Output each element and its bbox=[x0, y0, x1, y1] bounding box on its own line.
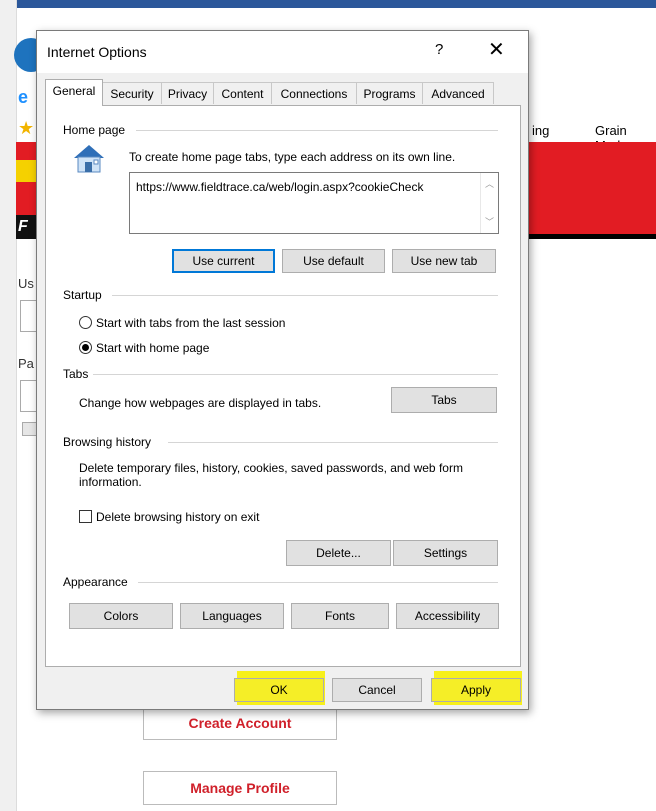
manage-profile-button[interactable]: Manage Profile bbox=[143, 771, 337, 805]
username-label: Us bbox=[18, 276, 34, 291]
appearance-divider bbox=[138, 582, 498, 583]
tab-advanced[interactable]: Advanced bbox=[422, 82, 494, 104]
browsing-history-heading: Browsing history bbox=[63, 435, 152, 449]
browsing-history-description: Delete temporary files, history, cookies… bbox=[79, 461, 463, 489]
apply-button[interactable]: Apply bbox=[431, 678, 521, 702]
tabs-settings-button[interactable]: Tabs bbox=[391, 387, 497, 413]
appearance-heading: Appearance bbox=[63, 575, 128, 589]
radio-last-session-label[interactable]: Start with tabs from the last session bbox=[96, 316, 285, 330]
radio-last-session[interactable] bbox=[79, 316, 92, 329]
home-page-divider bbox=[136, 130, 498, 131]
tab-content[interactable]: Content bbox=[213, 82, 272, 104]
help-button[interactable]: ? bbox=[435, 41, 443, 58]
close-icon[interactable]: ✕ bbox=[488, 37, 505, 62]
tab-security[interactable]: Security bbox=[102, 82, 162, 104]
startup-heading: Startup bbox=[63, 288, 102, 302]
use-new-tab-button[interactable]: Use new tab bbox=[392, 249, 496, 273]
tab-general[interactable]: General bbox=[45, 79, 103, 106]
ie-tab-icon[interactable]: e bbox=[18, 87, 28, 108]
dialog-title-bar: Internet Options ? ✕ bbox=[37, 31, 528, 73]
textarea-scrollbar[interactable]: ︿ ﹀ bbox=[480, 173, 498, 233]
internet-options-dialog: Internet Options ? ✕ General Security Pr… bbox=[36, 30, 529, 710]
delete-on-exit-label[interactable]: Delete browsing history on exit bbox=[96, 510, 259, 524]
radio-home-page-label[interactable]: Start with home page bbox=[96, 341, 209, 355]
menu-item[interactable]: ing bbox=[532, 123, 549, 138]
languages-button[interactable]: Languages bbox=[180, 603, 284, 629]
use-current-button[interactable]: Use current bbox=[172, 249, 275, 273]
home-page-url: https://www.fieldtrace.ca/web/login.aspx… bbox=[136, 180, 424, 194]
dialog-title: Internet Options bbox=[47, 44, 147, 60]
browser-top-bar bbox=[0, 0, 656, 8]
colors-button[interactable]: Colors bbox=[69, 603, 173, 629]
tab-privacy[interactable]: Privacy bbox=[161, 82, 214, 104]
cancel-button[interactable]: Cancel bbox=[332, 678, 422, 702]
ok-button[interactable]: OK bbox=[234, 678, 324, 702]
history-settings-button[interactable]: Settings bbox=[393, 540, 498, 566]
tab-connections[interactable]: Connections bbox=[271, 82, 357, 104]
tab-programs[interactable]: Programs bbox=[356, 82, 423, 104]
home-page-heading: Home page bbox=[63, 123, 126, 137]
house-icon bbox=[72, 142, 106, 176]
radio-home-page[interactable] bbox=[79, 341, 92, 354]
browsing-history-divider bbox=[168, 442, 498, 443]
scroll-down-icon[interactable]: ﹀ bbox=[485, 215, 494, 228]
use-default-button[interactable]: Use default bbox=[282, 249, 385, 273]
scroll-up-icon[interactable]: ︿ bbox=[485, 177, 494, 190]
home-page-instruction: To create home page tabs, type each addr… bbox=[129, 150, 456, 164]
accessibility-button[interactable]: Accessibility bbox=[396, 603, 499, 629]
create-account-button[interactable]: Create Account bbox=[143, 706, 337, 740]
general-tab-panel: Home page To create home page tabs, type… bbox=[45, 105, 521, 667]
fonts-button[interactable]: Fonts bbox=[291, 603, 389, 629]
delete-on-exit-checkbox[interactable] bbox=[79, 510, 92, 523]
home-page-url-textarea[interactable]: https://www.fieldtrace.ca/web/login.aspx… bbox=[129, 172, 499, 234]
delete-history-button[interactable]: Delete... bbox=[286, 540, 391, 566]
password-label: Pa bbox=[18, 356, 34, 371]
browser-left-edge bbox=[0, 0, 17, 811]
tabs-heading: Tabs bbox=[63, 367, 89, 381]
startup-divider bbox=[112, 295, 498, 296]
tabs-description: Change how webpages are displayed in tab… bbox=[79, 396, 322, 410]
favorites-star-icon[interactable]: ★ bbox=[18, 118, 34, 139]
tabs-divider bbox=[93, 374, 498, 375]
